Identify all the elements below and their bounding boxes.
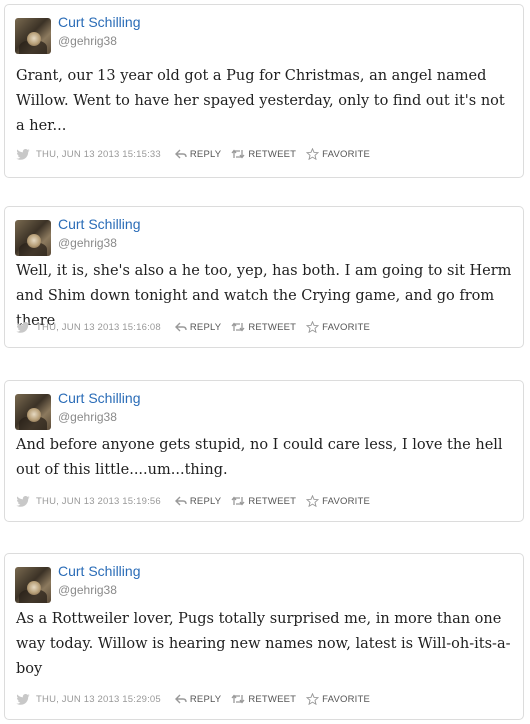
tweet-card: Curt Schilling @gehrig38 Well, it is, sh…	[4, 206, 524, 348]
reply-icon	[174, 149, 187, 159]
avatar[interactable]	[15, 220, 51, 256]
twitter-bird-icon	[16, 495, 30, 507]
twitter-bird-icon	[16, 693, 30, 705]
tweet-meta: THU, JUN 13 2013 15:29:05 REPLY RETWEET …	[16, 692, 370, 706]
reply-button[interactable]: REPLY	[174, 495, 222, 507]
reply-label: REPLY	[189, 693, 222, 705]
author-name[interactable]: Curt Schilling	[58, 563, 140, 579]
star-icon	[306, 693, 320, 705]
retweet-label: RETWEET	[248, 148, 297, 160]
favorite-label: FAVORITE	[322, 693, 371, 705]
avatar[interactable]	[15, 394, 51, 430]
star-icon	[306, 495, 320, 507]
reply-button[interactable]: REPLY	[174, 148, 222, 160]
timestamp[interactable]: THU, JUN 13 2013 15:16:08	[36, 322, 161, 333]
author-name[interactable]: Curt Schilling	[58, 216, 140, 232]
reply-icon	[174, 694, 187, 704]
author-handle[interactable]: @gehrig38	[58, 34, 117, 48]
retweet-icon	[231, 496, 245, 506]
favorite-button[interactable]: FAVORITE	[306, 693, 370, 705]
tweet-card: Curt Schilling @gehrig38 As a Rottweiler…	[4, 553, 524, 720]
twitter-bird-icon	[16, 148, 30, 160]
favorite-label: FAVORITE	[322, 321, 371, 333]
tweet-text: As a Rottweiler lover, Pugs totally surp…	[16, 611, 511, 677]
reply-label: REPLY	[189, 321, 222, 333]
star-icon	[306, 321, 320, 333]
favorite-button[interactable]: FAVORITE	[306, 495, 370, 507]
avatar[interactable]	[15, 18, 51, 54]
retweet-label: RETWEET	[248, 693, 297, 705]
retweet-button[interactable]: RETWEET	[231, 496, 296, 507]
tweet-text: Grant, our 13 year old got a Pug for Chr…	[16, 68, 505, 134]
favorite-button[interactable]: FAVORITE	[306, 321, 370, 333]
reply-label: REPLY	[189, 495, 222, 507]
retweet-icon	[231, 149, 245, 159]
retweet-icon	[231, 322, 245, 332]
retweet-button[interactable]: RETWEET	[231, 322, 296, 333]
retweet-icon	[231, 694, 245, 704]
tweet-meta: THU, JUN 13 2013 15:16:08 REPLY RETWEET …	[16, 320, 370, 334]
tweet-card: Curt Schilling @gehrig38 Grant, our 13 y…	[4, 4, 524, 178]
author-name[interactable]: Curt Schilling	[58, 390, 140, 406]
retweet-button[interactable]: RETWEET	[231, 149, 296, 160]
timestamp[interactable]: THU, JUN 13 2013 15:29:05	[36, 694, 161, 705]
tweet-meta: THU, JUN 13 2013 15:15:33 REPLY RETWEET …	[16, 147, 370, 161]
author-handle[interactable]: @gehrig38	[58, 410, 117, 424]
twitter-bird-icon	[16, 321, 30, 333]
tweet-text: And before anyone gets stupid, no I coul…	[16, 437, 503, 478]
reply-icon	[174, 322, 187, 332]
reply-icon	[174, 496, 187, 506]
author-handle[interactable]: @gehrig38	[58, 236, 117, 250]
reply-label: REPLY	[189, 148, 222, 160]
author-handle[interactable]: @gehrig38	[58, 583, 117, 597]
reply-button[interactable]: REPLY	[174, 693, 222, 705]
reply-button[interactable]: REPLY	[174, 321, 222, 333]
retweet-label: RETWEET	[248, 321, 297, 333]
star-icon	[306, 148, 320, 160]
timestamp[interactable]: THU, JUN 13 2013 15:15:33	[36, 149, 161, 160]
tweet-meta: THU, JUN 13 2013 15:19:56 REPLY RETWEET …	[16, 494, 370, 508]
retweet-label: RETWEET	[248, 495, 297, 507]
author-name[interactable]: Curt Schilling	[58, 14, 140, 30]
favorite-label: FAVORITE	[322, 148, 371, 160]
retweet-button[interactable]: RETWEET	[231, 694, 296, 705]
favorite-button[interactable]: FAVORITE	[306, 148, 370, 160]
avatar[interactable]	[15, 567, 51, 603]
tweet-card: Curt Schilling @gehrig38 And before anyo…	[4, 380, 524, 522]
timestamp[interactable]: THU, JUN 13 2013 15:19:56	[36, 496, 161, 507]
favorite-label: FAVORITE	[322, 495, 371, 507]
